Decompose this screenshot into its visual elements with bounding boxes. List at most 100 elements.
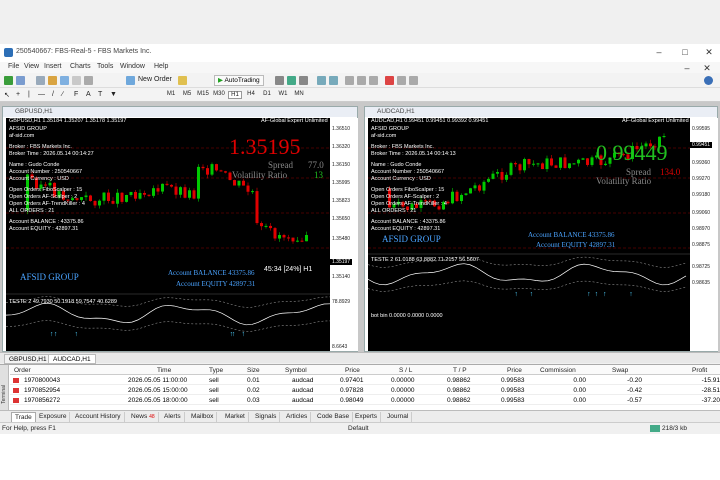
zoom-in-icon[interactable] bbox=[317, 76, 326, 85]
equidistant-channel-icon[interactable]: ∕ bbox=[62, 91, 63, 98]
account-icon[interactable] bbox=[704, 76, 713, 85]
horizontal-line-icon[interactable]: — bbox=[38, 91, 45, 98]
bar-chart-icon[interactable] bbox=[275, 76, 284, 85]
autotrading-button[interactable]: ▶ AutoTrading bbox=[214, 75, 264, 86]
fibonacci-icon[interactable]: F bbox=[74, 91, 78, 98]
menu-insert[interactable]: Insert bbox=[44, 63, 62, 70]
chart-shift-icon[interactable] bbox=[369, 76, 378, 85]
new-order-icon[interactable] bbox=[126, 76, 135, 85]
tab-signals[interactable]: Signals bbox=[252, 412, 281, 422]
tab-news[interactable]: News 48 bbox=[128, 412, 159, 422]
col-swap[interactable]: Swap bbox=[612, 367, 628, 374]
line-chart-icon[interactable] bbox=[299, 76, 308, 85]
tile-windows-icon[interactable] bbox=[345, 76, 354, 85]
menu-window[interactable]: Window bbox=[120, 63, 145, 70]
candlestick-icon[interactable] bbox=[287, 76, 296, 85]
col-symbol[interactable]: Symbol bbox=[285, 367, 307, 374]
profiles-icon[interactable] bbox=[16, 76, 25, 85]
timeframe-m5[interactable]: M5 bbox=[180, 91, 194, 97]
templates-icon[interactable] bbox=[409, 76, 418, 85]
candle-body bbox=[455, 191, 459, 202]
col-size[interactable]: Size bbox=[247, 367, 260, 374]
tab-exposure[interactable]: Exposure bbox=[36, 412, 71, 422]
price-scale-audcad: 0.99595 0.99451 0.99360 0.99270 0.99180 … bbox=[690, 118, 718, 351]
market-watch-icon[interactable] bbox=[36, 76, 45, 85]
timeframe-m15[interactable]: M15 bbox=[196, 91, 210, 97]
col-current-price[interactable]: Price bbox=[507, 367, 522, 374]
col-price[interactable]: Price bbox=[345, 367, 360, 374]
candle-body bbox=[89, 195, 92, 202]
timeframe-m1[interactable]: M1 bbox=[164, 91, 178, 97]
col-order[interactable]: Order bbox=[14, 367, 31, 374]
price-chart-gbpusd[interactable]: ↑ ↑ ↑ ↑ ↑ ↑ GBPUSD,H1 1.35184 1.35207 1.35178… bbox=[6, 118, 330, 351]
col-tp[interactable]: T / P bbox=[453, 367, 467, 374]
col-type[interactable]: Type bbox=[209, 367, 223, 374]
vertical-line-icon[interactable]: | bbox=[28, 91, 30, 98]
scale-label: 1.36510 bbox=[332, 126, 351, 132]
timeframe-h1[interactable]: H1 bbox=[228, 91, 242, 99]
timeframe-w1[interactable]: W1 bbox=[276, 91, 290, 97]
text-label-icon[interactable]: T bbox=[98, 91, 102, 98]
timeframe-h4[interactable]: H4 bbox=[244, 91, 258, 97]
col-profit[interactable]: Profit bbox=[692, 367, 707, 374]
text-icon[interactable]: A bbox=[86, 91, 91, 98]
timeframe-mn[interactable]: MN bbox=[292, 91, 306, 97]
bar-timer: 45:34 [24%] H1 bbox=[264, 266, 313, 273]
price-chart-audcad[interactable]: ↑ ↑ ↑ ↑ ↑ ↑ AUDCAD,H1 0.99451 0.99451 0.99392… bbox=[368, 118, 690, 351]
tab-market[interactable]: Market bbox=[222, 412, 249, 422]
maximize-button[interactable]: □ bbox=[678, 46, 692, 58]
candle-body bbox=[255, 191, 259, 224]
menu-file[interactable]: File bbox=[8, 63, 19, 70]
autoscroll-icon[interactable] bbox=[357, 76, 366, 85]
metaeditor-icon[interactable] bbox=[178, 76, 187, 85]
status-profile: Default bbox=[348, 425, 369, 432]
chart-window-audcad[interactable]: AUDCAD,H1 ↑ ↑ ↑ ↑ ↑ ↑ AUDCAD,H1 0.99451 0.994… bbox=[364, 106, 718, 352]
tab-account-history[interactable]: Account History bbox=[72, 412, 125, 422]
new-chart-icon[interactable] bbox=[4, 76, 13, 85]
menu-view[interactable]: View bbox=[24, 63, 39, 70]
cursor-icon[interactable]: ↖ bbox=[4, 91, 10, 99]
tab-articles[interactable]: Articles bbox=[283, 412, 312, 422]
navigator-icon[interactable] bbox=[60, 76, 69, 85]
col-time[interactable]: Time bbox=[157, 367, 171, 374]
strategy-tester-icon[interactable] bbox=[84, 76, 93, 85]
timeframe-m30[interactable]: M30 bbox=[212, 91, 226, 97]
chart-tab-gbpusd[interactable]: GBPUSD,H1 bbox=[4, 354, 52, 364]
zoom-out-icon[interactable] bbox=[329, 76, 338, 85]
tab-trade[interactable]: Trade bbox=[11, 412, 36, 422]
cell-size: 0.01 bbox=[247, 377, 260, 384]
col-sl[interactable]: S / L bbox=[399, 367, 412, 374]
chart-tab-audcad[interactable]: AUDCAD,H1 bbox=[48, 354, 96, 364]
order-row[interactable]: 1970852954 2026.05.05 15:00:00 sell 0.02 aud… bbox=[10, 386, 720, 395]
tab-journal[interactable]: Journal bbox=[384, 412, 413, 422]
candle-body bbox=[111, 200, 115, 204]
candle-body bbox=[224, 171, 227, 173]
tab-experts[interactable]: Experts bbox=[352, 412, 382, 422]
close-button[interactable]: ✕ bbox=[702, 46, 716, 58]
new-order-button[interactable]: New Order bbox=[138, 76, 172, 83]
order-row[interactable]: 1970800043 2026.05.05 11:00:00 sell 0.01 aud… bbox=[10, 376, 720, 385]
candle-body bbox=[554, 165, 558, 168]
data-window-icon[interactable] bbox=[48, 76, 57, 85]
col-commission[interactable]: Commission bbox=[540, 367, 576, 374]
crosshair-icon[interactable]: + bbox=[16, 91, 20, 98]
tab-alerts[interactable]: Alerts bbox=[161, 412, 185, 422]
timeframe-d1[interactable]: D1 bbox=[260, 91, 274, 97]
tab-code-base[interactable]: Code Base bbox=[314, 412, 354, 422]
cell-swap: -0.20 bbox=[627, 377, 642, 384]
candle-body bbox=[505, 174, 508, 180]
menu-help[interactable]: Help bbox=[154, 63, 168, 70]
terminal-icon[interactable] bbox=[72, 76, 81, 85]
periods-icon[interactable] bbox=[397, 76, 406, 85]
tab-mailbox[interactable]: Mailbox bbox=[188, 412, 218, 422]
menu-tools[interactable]: Tools bbox=[97, 63, 113, 70]
arrows-icon[interactable]: ▼ bbox=[110, 91, 117, 98]
menu-charts[interactable]: Charts bbox=[70, 63, 91, 70]
trendline-icon[interactable]: / bbox=[52, 91, 54, 98]
chart-window-gbpusd[interactable]: GBPUSD,H1 ↑ ↑ ↑ ↑ ↑ ↑ GBPUSD,H1 1.35184 1.352… bbox=[2, 106, 358, 352]
minimize-button[interactable]: – bbox=[652, 46, 666, 58]
candle-body bbox=[541, 163, 544, 170]
candle-body bbox=[478, 185, 481, 191]
order-row[interactable]: 1970856272 2026.05.05 18:00:00 sell 0.03 aud… bbox=[10, 396, 720, 405]
indicators-icon[interactable] bbox=[385, 76, 394, 85]
